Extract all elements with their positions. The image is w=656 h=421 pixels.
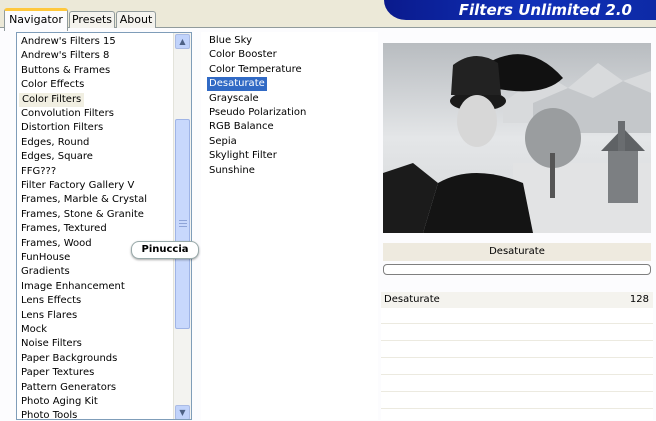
preview-photo [383, 43, 651, 233]
watermark-tag: Pinuccia [131, 241, 199, 259]
category-scrollbar[interactable]: ▲ ▼ [173, 33, 191, 419]
category-item[interactable]: Color Filters [19, 92, 85, 107]
category-item[interactable]: Gradients [21, 265, 70, 279]
slider-desaturate[interactable]: Desaturate 128 [381, 292, 653, 308]
filter-item[interactable]: Sunshine [207, 164, 257, 178]
category-item[interactable]: Paper Backgrounds [21, 352, 117, 366]
category-item[interactable]: Mock [21, 323, 47, 337]
filter-item[interactable]: Pseudo Polarization [207, 106, 308, 120]
category-item[interactable]: Edges, Round [21, 136, 89, 150]
filter-item[interactable]: Skylight Filter [207, 149, 279, 163]
category-item[interactable]: Photo Tools [21, 409, 77, 419]
filter-list[interactable]: Blue Sky Color Booster Color Temperature De… [201, 32, 378, 420]
scrollbar-thumb[interactable] [175, 119, 190, 329]
category-item[interactable]: Andrew's Filters 15 [21, 35, 116, 49]
filter-item[interactable]: Desaturate [207, 77, 267, 92]
app-title: Filters Unlimited 2.0 [458, 1, 632, 19]
category-item[interactable]: Frames, Wood [21, 237, 92, 251]
category-item[interactable]: Distortion Filters [21, 121, 103, 135]
category-item[interactable]: FunHouse [21, 251, 70, 265]
category-item[interactable]: Lens Flares [21, 309, 77, 323]
tab-presets[interactable]: Presets [69, 11, 115, 28]
selected-filter-name: Desaturate [383, 243, 651, 261]
slider-value: 128 [629, 294, 649, 305]
filter-item[interactable]: Blue Sky [207, 34, 254, 48]
chevron-down-icon[interactable]: ▼ [175, 405, 190, 419]
control-area [381, 292, 653, 420]
category-item[interactable]: Frames, Stone & Granite [21, 208, 144, 222]
category-item[interactable]: Filter Factory Gallery V [21, 179, 134, 193]
category-item[interactable]: Color Effects [21, 78, 84, 92]
category-item[interactable]: Frames, Textured [21, 222, 107, 236]
category-item[interactable]: Buttons & Frames [21, 64, 110, 78]
slider-label: Desaturate [384, 294, 440, 305]
category-item[interactable]: Pattern Generators [21, 381, 116, 395]
category-item[interactable]: Paper Textures [21, 366, 94, 380]
tab-about[interactable]: About [116, 11, 156, 28]
category-item[interactable]: Convolution Filters [21, 107, 114, 121]
preview-image [383, 43, 651, 233]
category-item[interactable]: Image Enhancement [21, 280, 125, 294]
category-list[interactable]: Andrew's Filters 15 Andrew's Filters 8 But… [16, 32, 192, 420]
filter-item[interactable]: Color Booster [207, 48, 279, 62]
filter-item[interactable]: Sepia [207, 135, 239, 149]
category-item[interactable]: Edges, Square [21, 150, 93, 164]
category-item[interactable]: Photo Aging Kit [21, 395, 98, 409]
category-item[interactable]: FFG??? [21, 165, 56, 179]
chevron-up-icon[interactable]: ▲ [175, 34, 190, 49]
category-item[interactable]: Frames, Marble & Crystal [21, 193, 147, 207]
category-item[interactable]: Noise Filters [21, 337, 82, 351]
category-item[interactable]: Lens Effects [21, 294, 81, 308]
category-item[interactable]: Andrew's Filters 8 [21, 49, 109, 63]
filter-item[interactable]: Color Temperature [207, 63, 304, 77]
progress-bar [383, 264, 651, 275]
filter-item[interactable]: RGB Balance [207, 120, 276, 134]
app-title-banner: Filters Unlimited 2.0 [384, 0, 656, 20]
filter-item[interactable]: Grayscale [207, 92, 261, 106]
tab-navigator[interactable]: Navigator [4, 8, 68, 31]
